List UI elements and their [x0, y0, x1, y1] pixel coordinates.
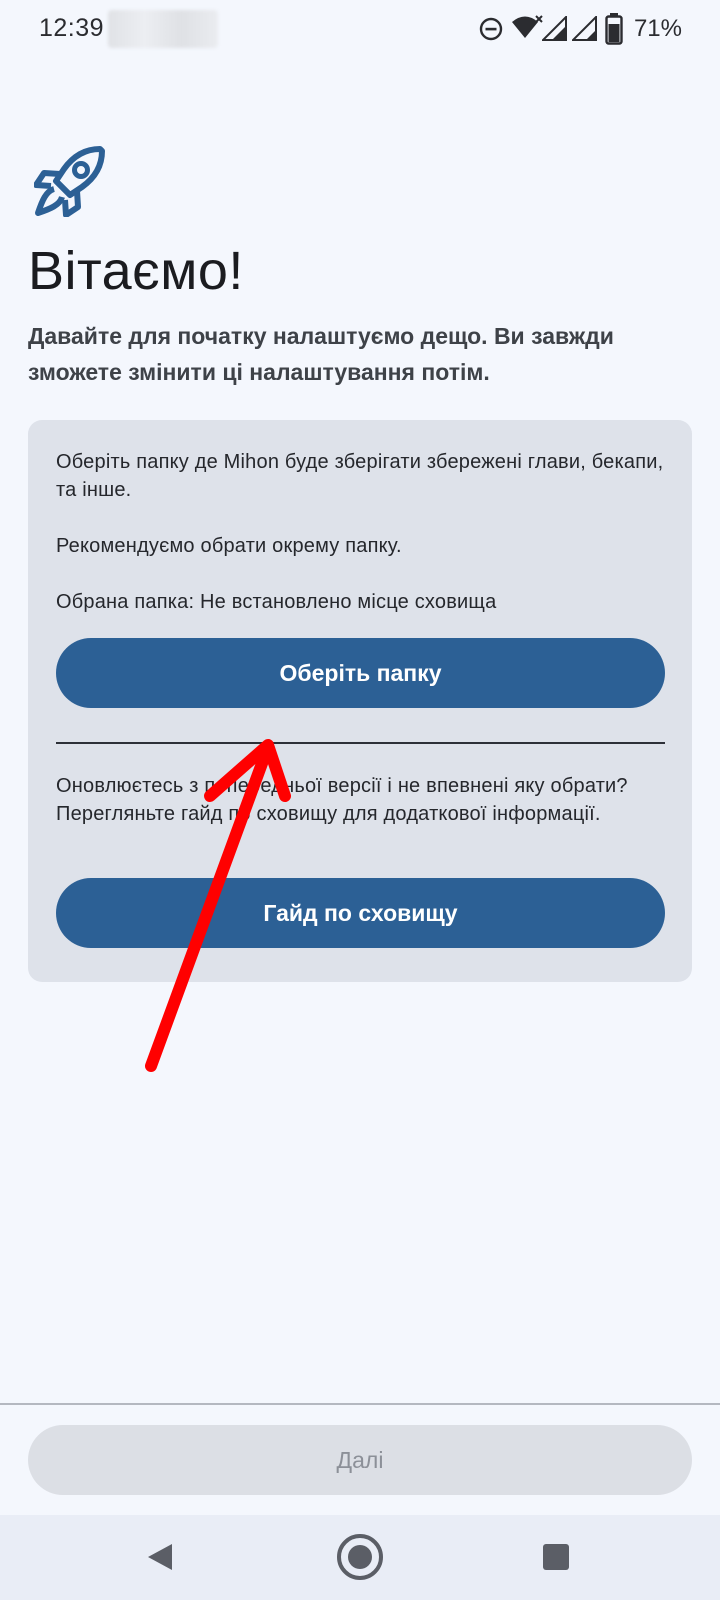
upgrade-note: Оновлюєтесь з попередньої версії і не вп…	[56, 775, 628, 825]
do-not-disturb-icon	[479, 17, 503, 41]
welcome-screen: 12:39 71% Вітаємо! Давайте для початку н…	[0, 0, 720, 1600]
card-divider	[56, 742, 665, 744]
blurred-notification-icons	[108, 10, 218, 48]
wifi-icon	[512, 15, 543, 38]
navigation-bar	[0, 1515, 720, 1600]
battery-icon	[605, 13, 623, 45]
storage-recommendation: Рекомендуємо обрати окрему папку.	[56, 535, 402, 557]
next-button[interactable]: Далі	[28, 1425, 692, 1495]
signal-icon	[542, 16, 567, 41]
welcome-title: Вітаємо!	[28, 241, 244, 301]
status-time: 12:39	[39, 14, 105, 42]
status-bar: 12:39 71%	[0, 0, 720, 60]
home-icon[interactable]	[335, 1532, 385, 1582]
footer-divider	[0, 1403, 720, 1405]
storage-guide-button[interactable]: Гайд по сховищу	[56, 878, 665, 948]
battery-percentage: 71%	[633, 15, 682, 42]
signal-icon	[572, 16, 597, 41]
choose-folder-button[interactable]: Оберіть папку	[56, 638, 665, 708]
storage-description: Оберіть папку де Mihon буде зберігати зб…	[56, 451, 664, 501]
welcome-subtitle: Давайте для початку налаштуємо дещо. Ви …	[28, 323, 614, 385]
rocket-icon	[34, 146, 105, 217]
selected-folder-text: Обрана папка: Не встановлено місце схови…	[56, 591, 497, 613]
recent-apps-icon[interactable]	[543, 1544, 569, 1570]
back-icon[interactable]	[146, 1542, 174, 1572]
status-icons: 71%	[460, 12, 720, 46]
storage-card: Оберіть папку де Mihon буде зберігати зб…	[28, 420, 692, 982]
